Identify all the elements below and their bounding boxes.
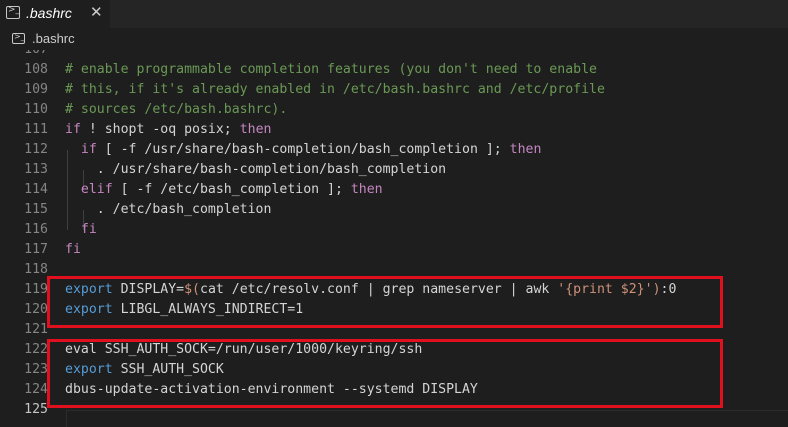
code-line: 108 # enable programmable completion feat… [0,60,788,80]
line-number: 117 [24,242,48,257]
code-line: 122 eval SSH_AUTH_SOCK=/run/user/1000/key… [0,340,788,360]
code-editor[interactable]: 107 108 # enable programmable completion f… [0,50,788,427]
code-token: '{print $2}' [557,282,653,297]
code-token: DISPLAY= [112,282,185,297]
code-line: 118 [0,260,788,280]
code-token: eval SSH_AUTH_SOCK=/run/user/1000/keyrin… [65,342,423,357]
code-token: if [80,142,97,157]
code-token: [ -f /usr/share/bash-completion/bash_com… [96,142,510,157]
line-code: # this, if it's already enabled in /etc/… [65,80,605,100]
line-code: if [ -f /usr/share/bash-completion/bash_… [65,140,542,160]
line-number: 125 [24,402,48,417]
terminal-file-icon: >_ [12,32,25,44]
code-line: 121 [0,320,788,340]
code-token: $( [184,282,200,297]
line-code: export DISPLAY=$(cat /etc/resolv.conf | … [65,280,676,300]
code-token: cat /etc/resolv.conf | grep nameserver |… [200,282,558,297]
code-token: dbus-update-activation-environment --sys… [65,382,478,397]
code-line: 107 [0,50,788,60]
line-number: 124 [24,382,48,397]
code-token: SSH_AUTH_SOCK [112,362,224,377]
line-code: . /usr/share/bash-completion/bash_comple… [65,160,446,180]
close-icon[interactable]: ✕ [90,3,103,21]
code-token: then [509,142,542,157]
line-number: 115 [24,202,48,217]
code-line: 119 export DISPLAY=$(cat /etc/resolv.conf… [0,280,788,300]
code-line: 124 dbus-update-activation-environment --… [0,380,788,400]
line-number: 119 [24,282,48,297]
code-token: if [65,122,81,137]
tab-bashrc[interactable]: >_ .bashrc ✕ [0,0,110,28]
breadcrumb-file[interactable]: .bashrc [32,31,75,46]
line-code: # sources /etc/bash.bashrc). [65,100,287,120]
code-line: 115 . /etc/bash_completion [0,200,788,220]
code-line: 111 if ! shopt -oq posix; then [0,120,788,140]
code-line: 116 fi [0,220,788,240]
code-token: :0 [660,282,677,297]
code-line: 117 fi [0,240,788,260]
code-token: . /usr/share/bash-completion/bash_comple… [65,162,447,177]
line-code: eval SSH_AUTH_SOCK=/run/user/1000/keyrin… [65,340,422,360]
code-line: 125 [0,400,788,420]
line-number: 108 [24,62,48,77]
code-token: then [350,182,383,197]
code-token: # enable programmable completion feature… [65,62,597,77]
line-code: export SSH_AUTH_SOCK [65,360,224,380]
line-number: 116 [24,222,48,237]
line-code: fi [65,220,97,240]
code-token: export [65,302,113,317]
code-line: 123 export SSH_AUTH_SOCK [0,360,788,380]
code-token: fi [80,222,97,237]
line-number: 118 [24,262,48,277]
breadcrumb: >_ .bashrc [0,28,788,50]
line-code: elif [ -f /etc/bash_completion ]; then [65,180,383,200]
code-line: 110 # sources /etc/bash.bashrc). [0,100,788,120]
line-number: 121 [24,322,48,337]
line-code: if ! shopt -oq posix; then [65,120,271,140]
code-token: ) [652,282,661,297]
code-token: elif [80,182,113,197]
code-token: LIBGL_ALWAYS_INDIRECT=1 [112,302,304,317]
tab-bar: >_ .bashrc ✕ [0,0,788,28]
line-number: 114 [24,182,48,197]
line-number: 112 [24,142,48,157]
tab-label: .bashrc [26,5,72,21]
line-number: 111 [24,122,48,137]
code-line: 120 export LIBGL_ALWAYS_INDIRECT=1 [0,300,788,320]
code-token: export [65,362,113,377]
code-token: then [239,122,272,137]
code-token: ! shopt -oq posix; [80,122,240,137]
code-line: 112 if [ -f /usr/share/bash-completion/b… [0,140,788,160]
code-token: [ -f /etc/bash_completion ]; [112,182,351,197]
code-token: # this, if it's already enabled in /etc/… [65,82,605,97]
line-number: 110 [24,102,48,117]
line-code: # enable programmable completion feature… [65,60,597,80]
line-number: 120 [24,302,48,317]
code-line: 109 # this, if it's already enabled in /e… [0,80,788,100]
line-number: 113 [24,162,48,177]
line-number: 122 [24,342,48,357]
code-line: 114 elif [ -f /etc/bash_completion ]; th… [0,180,788,200]
terminal-file-icon: >_ [6,5,20,19]
line-code: dbus-update-activation-environment --sys… [65,380,478,400]
code-token: # sources /etc/bash.bashrc). [65,102,288,117]
line-number: 107 [0,50,48,60]
code-token: export [65,282,113,297]
line-code: export LIBGL_ALWAYS_INDIRECT=1 [65,300,303,320]
line-code: fi [65,240,81,260]
line-number: 123 [24,362,48,377]
line-number: 109 [24,82,48,97]
code-token: fi [65,242,81,257]
code-line: 113 . /usr/share/bash-completion/bash_co… [0,160,788,180]
line-code: . /etc/bash_completion [65,200,272,220]
code-token: . /etc/bash_completion [65,202,272,217]
